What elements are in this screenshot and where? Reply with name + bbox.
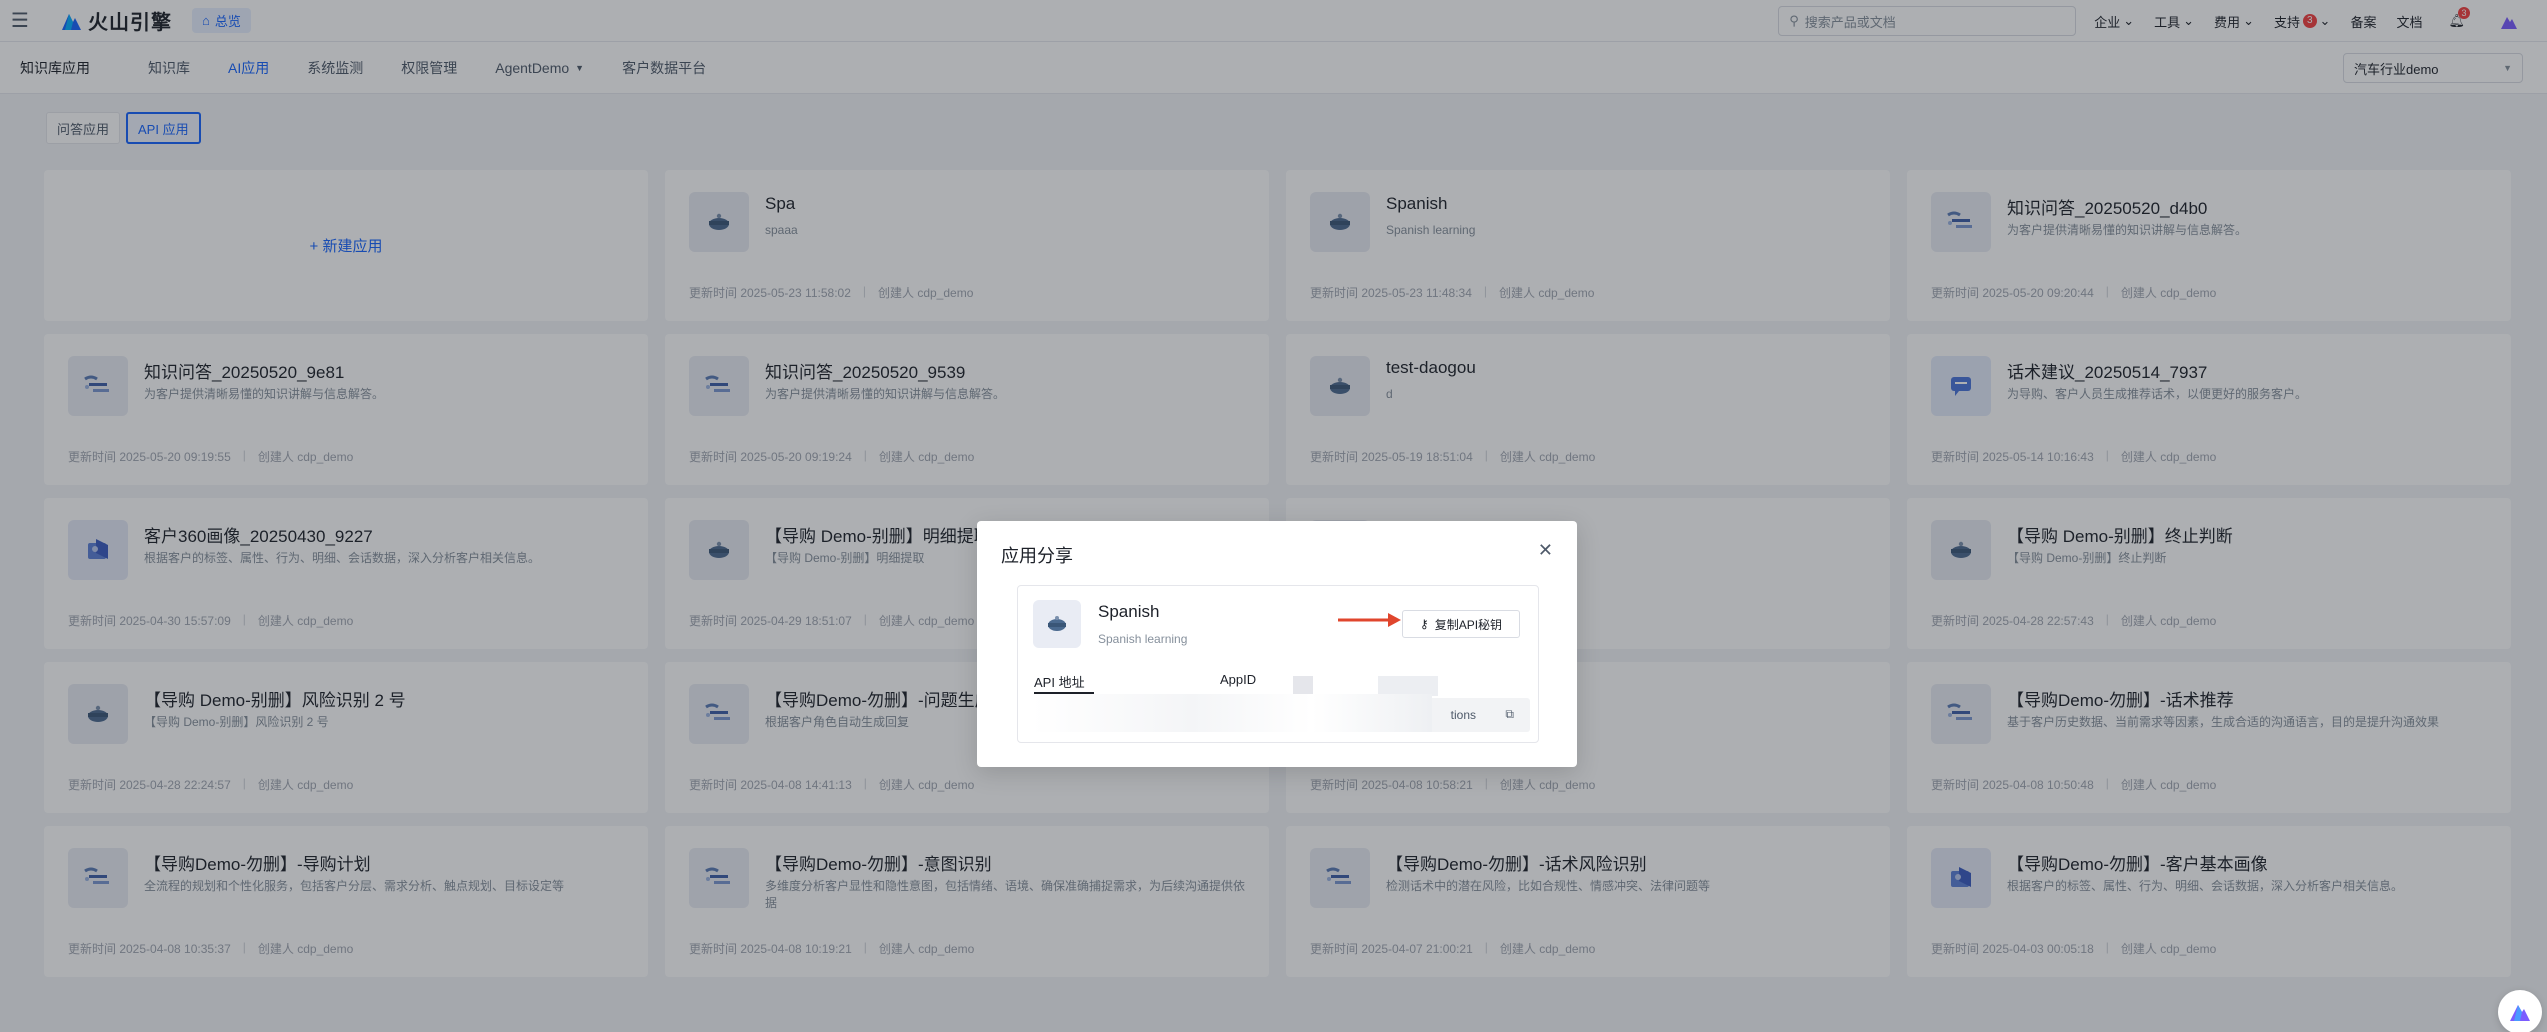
key-icon: ⚷ xyxy=(1419,617,1429,631)
share-app-modal: 应用分享 ✕ Spanish Spanish learning ⚷ 复制API秘… xyxy=(977,521,1577,767)
modal-app-name: Spanish xyxy=(1098,602,1160,621)
api-credentials-field[interactable]: tions ⧉ xyxy=(1032,694,1530,732)
copy-icon[interactable]: ⧉ xyxy=(1505,707,1514,722)
appid-label: AppID xyxy=(1220,672,1257,687)
credentials-field-text: tions xyxy=(1450,708,1476,722)
copy-api-key-label: 复制API秘钥 xyxy=(1434,617,1503,632)
redaction-mask xyxy=(1378,676,1438,696)
close-icon[interactable]: ✕ xyxy=(1538,540,1553,561)
redaction-mask xyxy=(1032,694,1432,732)
modal-app-panel: Spanish Spanish learning ⚷ 复制API秘钥 API 地… xyxy=(1017,585,1539,743)
api-address-label: API 地址 xyxy=(1034,675,1085,690)
copy-api-key-button[interactable]: ⚷ 复制API秘钥 xyxy=(1402,610,1520,638)
modal-app-desc: Spanish learning xyxy=(1098,632,1188,646)
assistant-fab[interactable] xyxy=(2498,990,2542,1032)
redaction-mask xyxy=(1293,676,1313,696)
arrow-right-icon xyxy=(1338,613,1401,627)
app-pot-icon xyxy=(1033,600,1081,648)
modal-overlay[interactable] xyxy=(0,0,2547,1032)
modal-title: 应用分享 xyxy=(1001,546,1073,566)
assistant-logo-icon xyxy=(2510,1005,2530,1021)
